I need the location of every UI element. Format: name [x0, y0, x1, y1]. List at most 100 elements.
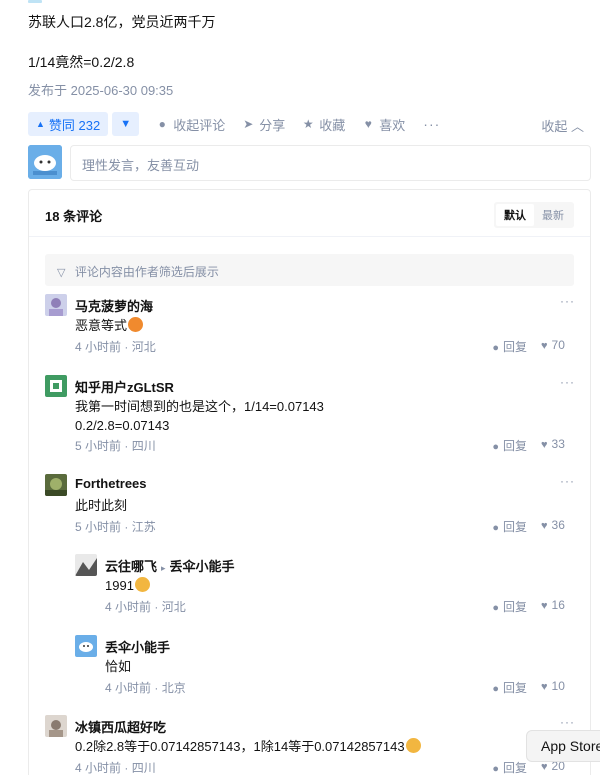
- comment-like-button[interactable]: ♥ 10: [541, 679, 575, 693]
- answer-content: 苏联人口2.8亿，党员近两千万 1/14竟然=0.2/2.8: [28, 12, 588, 72]
- reply-label: 回复: [502, 761, 527, 775]
- comment-location: 河北: [161, 600, 186, 614]
- more-button[interactable]: ···: [423, 116, 440, 132]
- comment-author[interactable]: 丢伞小能手: [105, 637, 170, 656]
- more-dots-icon[interactable]: ···: [560, 715, 575, 729]
- comment-header: 18 条评论 默认 最新: [29, 190, 590, 237]
- comment-text-body: 1991: [105, 578, 134, 593]
- reply-button[interactable]: ● 回复: [492, 518, 527, 535]
- comment-like-button[interactable]: ♥ 33: [541, 437, 575, 451]
- comment-item: Forthetrees ··· 此时此刻 5 小时前 · 江苏 ● 回复 ♥ 36: [45, 472, 575, 534]
- grinning-face-emoji-icon: [134, 577, 150, 592]
- more-dots-icon: ···: [423, 116, 441, 132]
- reply-target[interactable]: 丢伞小能手: [170, 559, 235, 574]
- triangle-right-icon: ▸: [161, 563, 166, 573]
- comment-author[interactable]: 马克菠萝的海: [75, 296, 153, 315]
- heart-icon: ♥: [541, 600, 548, 612]
- comment-count: 18 条评论: [45, 209, 103, 224]
- comment-like-button[interactable]: ♥ 36: [541, 518, 575, 532]
- comment-meta: 4 小时前 · 四川: [75, 761, 156, 775]
- comment-text-body: 恶意等式: [75, 318, 128, 333]
- comment-location: 河北: [131, 340, 156, 354]
- comment-meta: 4 小时前 · 河北: [105, 600, 186, 614]
- comment-composer: 理性发言，友善互动: [28, 145, 591, 181]
- comment-bubble-icon: ●: [492, 522, 499, 534]
- top-edge: [0, 0, 600, 6]
- answer-actions: ▲ 赞同 232 ▼ ● 收起评论 ➤ 分享 ★ 收藏 ♥ 喜欢 ··· 收起 …: [28, 112, 588, 136]
- comment-item: 知乎用户zGLtSR ··· 我第一时间想到的也是这个，1/14=0.07143…: [45, 373, 575, 453]
- collapse-answer-button[interactable]: 收起 ︿: [541, 116, 584, 135]
- funnel-icon: ▽: [57, 267, 66, 279]
- comment-like-count: 33: [551, 437, 565, 451]
- publish-time: 发布于 2025-06-30 09:35: [28, 83, 174, 98]
- comment-location: 四川: [131, 761, 156, 775]
- upvote-label: 赞同 232: [48, 117, 101, 133]
- triangle-down-icon: ▼: [120, 118, 132, 130]
- comment-input[interactable]: 理性发言，友善互动: [70, 145, 591, 181]
- like-button[interactable]: ♥ 喜欢: [361, 115, 406, 134]
- heart-icon: ♥: [541, 439, 548, 451]
- heart-icon: ♥: [541, 761, 548, 773]
- comment-author[interactable]: 云往哪飞: [105, 559, 157, 574]
- avatar: [45, 715, 67, 737]
- reply-button[interactable]: ● 回复: [492, 437, 527, 454]
- app-store-tooltip[interactable]: App Store: [526, 730, 600, 762]
- favorite-button[interactable]: ★ 收藏: [301, 115, 345, 134]
- comment-time: 4 小时前: [75, 340, 122, 354]
- comment-meta: 5 小时前 · 江苏: [75, 520, 156, 534]
- comment-like-button[interactable]: ♥ 16: [541, 598, 575, 612]
- comment-like-button[interactable]: ♥ 70: [541, 338, 575, 352]
- comment-bubble-icon: ●: [492, 763, 499, 775]
- comment-meta: 4 小时前 · 北京: [105, 681, 186, 695]
- reply-author-line: 云往哪飞 ▸ 丢伞小能手: [105, 556, 235, 575]
- heart-icon: ♥: [541, 520, 548, 532]
- sort-default-tab[interactable]: 默认: [496, 204, 534, 226]
- comment-bubble-icon: ●: [492, 441, 499, 453]
- reply-item: 丢伞小能手 恰如 4 小时前 · 北京 ● 回复 ♥ 10: [75, 633, 575, 695]
- more-dots-icon[interactable]: ···: [560, 474, 575, 488]
- comment-author[interactable]: 知乎用户zGLtSR: [75, 377, 174, 396]
- comment-like-count: 36: [551, 518, 565, 532]
- comment-location: 北京: [161, 681, 186, 695]
- reply-button[interactable]: ● 回复: [492, 759, 527, 775]
- comment-bubble-icon: ●: [492, 342, 499, 354]
- reply-button[interactable]: ● 回复: [492, 338, 527, 355]
- answer-paragraph-2: 1/14竟然=0.2/2.8: [28, 54, 135, 70]
- more-dots-icon[interactable]: ···: [560, 294, 575, 308]
- avatar: [45, 294, 67, 316]
- reply-label: 回复: [502, 439, 527, 453]
- comment-author[interactable]: Forthetrees: [75, 476, 147, 491]
- comment-bubble-icon: ●: [158, 117, 166, 131]
- downvote-button[interactable]: ▼: [112, 112, 140, 136]
- reply-label: 回复: [502, 600, 527, 614]
- more-dots-icon[interactable]: ···: [560, 375, 575, 389]
- comment-meta: 4 小时前 · 河北: [75, 340, 156, 354]
- sort-latest-tab[interactable]: 最新: [534, 204, 572, 226]
- comment-text: 恶意等式: [75, 316, 535, 335]
- share-button[interactable]: ➤ 分享: [241, 115, 285, 134]
- like-label: 喜欢: [379, 117, 406, 133]
- favorite-label: 收藏: [319, 117, 346, 133]
- comment-time: 4 小时前: [105, 600, 152, 614]
- triangle-up-icon: ▲: [36, 119, 45, 129]
- heart-icon: ♥: [541, 681, 548, 693]
- comment-author[interactable]: 冰镇西瓜超好吃: [75, 717, 166, 736]
- comment-time: 4 小时前: [75, 761, 122, 775]
- comment-time: 4 小时前: [105, 681, 152, 695]
- upvote-button[interactable]: ▲ 赞同 232: [28, 112, 109, 136]
- reply-label: 回复: [502, 681, 527, 695]
- comment-time: 5 小时前: [75, 520, 122, 534]
- collapse-comments-button[interactable]: ● 收起评论: [155, 115, 226, 134]
- comment-like-count: 16: [551, 598, 565, 612]
- heart-icon: ♥: [364, 117, 372, 131]
- comment-bubble-icon: ●: [492, 602, 499, 614]
- comment-item: 马克菠萝的海 ··· 恶意等式 4 小时前 · 河北 ● 回复 ♥ 70: [45, 292, 575, 354]
- comment-text: 恰如: [105, 659, 132, 674]
- share-label: 分享: [259, 117, 286, 133]
- reply-item: 云往哪飞 ▸ 丢伞小能手 1991 4 小时前 · 河北 ● 回复 ♥ 16: [75, 552, 575, 614]
- reply-button[interactable]: ● 回复: [492, 598, 527, 615]
- avatar: [75, 554, 97, 576]
- comment-text: 0.2除2.8等于0.07142857143，1除14等于0.071428571…: [75, 737, 555, 756]
- reply-button[interactable]: ● 回复: [492, 679, 527, 696]
- comment-location: 江苏: [131, 520, 156, 534]
